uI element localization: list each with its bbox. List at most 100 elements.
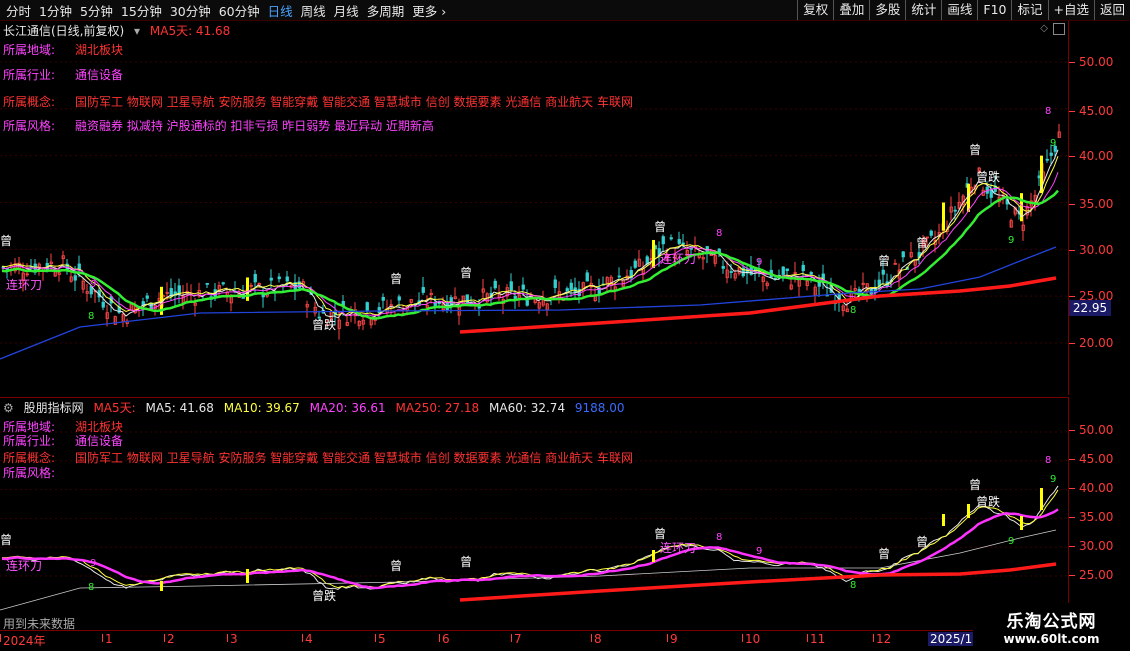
signal-label: 曾 (654, 527, 666, 541)
count-label: 9 (756, 257, 762, 268)
signal-label: 曾 (969, 143, 981, 157)
signal-label: 曾 (390, 559, 402, 573)
indicator-chart[interactable]: 曾曾 曾曾曾曾曾曾跌曾跌连环刀连环刀89898989 (0, 398, 1068, 630)
tab-period[interactable]: 60分钟 (215, 1, 264, 20)
candle-body (493, 280, 497, 289)
candle-body (569, 282, 573, 290)
time-label: 4 (302, 632, 313, 646)
add-watchlist-button[interactable]: +自选 (1047, 0, 1094, 20)
time-label: 9 (667, 632, 678, 646)
tab-period[interactable]: 15分钟 (117, 1, 166, 20)
signal-label: 曾 (460, 266, 472, 280)
candle-body (681, 242, 685, 245)
stats-button[interactable]: 统计 (905, 0, 941, 20)
watermark-title: 乐淘公式网 (1006, 612, 1097, 632)
info-style: 所属风格: (3, 464, 75, 481)
overlay-button[interactable]: 叠加 (833, 0, 869, 20)
candlestick-chart[interactable]: 曾曾 曾曾曾曾曾曾跌曾跌连环刀连环刀89898989 (0, 21, 1068, 395)
candle-body (421, 287, 425, 293)
info-key: 所属风格: (3, 466, 56, 480)
count-label: 9 (1050, 138, 1056, 149)
tab-period[interactable]: 1分钟 (35, 1, 76, 20)
diamond-icon[interactable]: ◇ (1040, 23, 1048, 34)
candle-body (729, 271, 733, 273)
candle-body (145, 295, 149, 299)
time-label: 12 (872, 632, 892, 646)
candle-body (881, 269, 885, 275)
count-label: 8 (716, 532, 722, 543)
indicator-axis: 50.00 45.00 40.00 35.00 30.00 25.00 (1068, 397, 1130, 629)
indicator-pane[interactable]: 曾曾曾曾曾曾曾曾跌 曾跌 连环刀 连环刀 8 9 8 9 8 9 8 9 ⚙ 股朋指标网 MA5天: … (0, 397, 1069, 630)
signal-label: 连环刀 (6, 558, 42, 573)
tab-period[interactable]: 5分钟 (76, 1, 117, 20)
info-value: 通信设备 (75, 68, 124, 82)
price-tick: 45.00 (1068, 104, 1114, 118)
stock-title: 长江通信(日线,前复权) (3, 24, 125, 38)
time-label: 6 (439, 632, 450, 646)
tab-period-active[interactable]: 日线 (264, 1, 297, 20)
count-label: 8 (716, 228, 722, 239)
candle-body (285, 276, 289, 282)
info-key: 所属概念: (3, 95, 56, 109)
time-label: 10 (741, 632, 761, 646)
candle-body (721, 266, 725, 269)
signal-label: 连环刀 (660, 251, 696, 266)
candle-body (1045, 158, 1049, 161)
signal-label: 曾 (916, 535, 928, 549)
tab-period[interactable]: 月线 (330, 1, 363, 20)
tab-period[interactable]: 周线 (297, 1, 330, 20)
info-value: 湖北板块 (75, 43, 124, 57)
tab-more-label: 更多 (412, 3, 438, 19)
signal-label: 曾 (916, 236, 928, 250)
tab-period[interactable]: 多周期 (363, 1, 409, 20)
signal-label: 曾 (460, 555, 472, 569)
back-button[interactable]: 返回 (1093, 0, 1130, 20)
count-label: 8 (88, 582, 94, 593)
candle-body (377, 307, 381, 314)
watermark-url: www.60lt.com (1003, 632, 1100, 646)
count-label: 9 (1008, 536, 1014, 547)
candle-body (277, 276, 281, 280)
period-tabs: 分时 1分钟 5分钟 15分钟 30分钟 60分钟 日线 周线 月线 多周期 更… (2, 0, 450, 20)
mark-button[interactable]: 标记 (1011, 0, 1047, 20)
info-key: 所属地域: (3, 43, 56, 57)
candle-body (269, 277, 273, 281)
legend-item: MA60: 32.74 (489, 401, 566, 415)
signal-label: 曾 (878, 254, 890, 268)
price-tick: 50.00 (1068, 423, 1114, 437)
price-axis: 50.00 45.00 40.00 35.00 30.00 25.00 20.0… (1068, 21, 1130, 395)
main-chart-pane[interactable]: 曾曾曾曾曾曾曾曾跌 曾跌 连环刀 连环刀 8 9 8 9 8 9 8 9 长江通信(日线,前复权) ▾… (0, 21, 1069, 395)
signal-label: 曾跌 (312, 588, 336, 603)
candle-body (953, 209, 957, 212)
signal-label: 曾 (390, 272, 402, 286)
info-industry: 所属行业: 通信设备 (3, 66, 123, 83)
signal-label: 曾 (654, 220, 666, 234)
price-tick: 25.00 (1068, 568, 1114, 582)
gear-icon[interactable]: ⚙ (3, 401, 14, 415)
price-tick: 50.00 (1068, 55, 1114, 69)
signal-bar (246, 277, 249, 301)
tab-more[interactable]: 更多 › (408, 1, 450, 20)
f10-button[interactable]: F10 (977, 0, 1011, 20)
candle-body (901, 251, 905, 258)
tab-period[interactable]: 30分钟 (166, 1, 215, 20)
signal-label: 连环刀 (660, 540, 696, 555)
signal-bar (942, 514, 945, 526)
draw-line-button[interactable]: 画线 (941, 0, 977, 20)
signal-label: 曾 (0, 234, 12, 248)
tab-period[interactable]: 分时 (2, 1, 35, 20)
count-label: 9 (90, 558, 96, 569)
candle-body (365, 302, 369, 311)
info-value: 国防军工 物联网 卫星导航 安防服务 智能穿戴 智能交通 智慧城市 信创 数据要… (75, 95, 633, 109)
signal-bar (652, 239, 655, 269)
fuquan-button[interactable]: 复权 (797, 0, 833, 20)
signal-bar (1020, 516, 1023, 530)
maximize-icon[interactable] (1053, 23, 1065, 35)
multi-stock-button[interactable]: 多股 (869, 0, 905, 20)
candle-body (677, 239, 681, 244)
signal-bar (942, 202, 945, 231)
candle-body (101, 301, 105, 308)
chevron-down-icon[interactable]: ▾ (134, 24, 140, 38)
candle-body (669, 237, 673, 240)
info-concept: 所属概念: 国防军工 物联网 卫星导航 安防服务 智能穿戴 智能交通 智慧城市 信… (3, 449, 633, 466)
